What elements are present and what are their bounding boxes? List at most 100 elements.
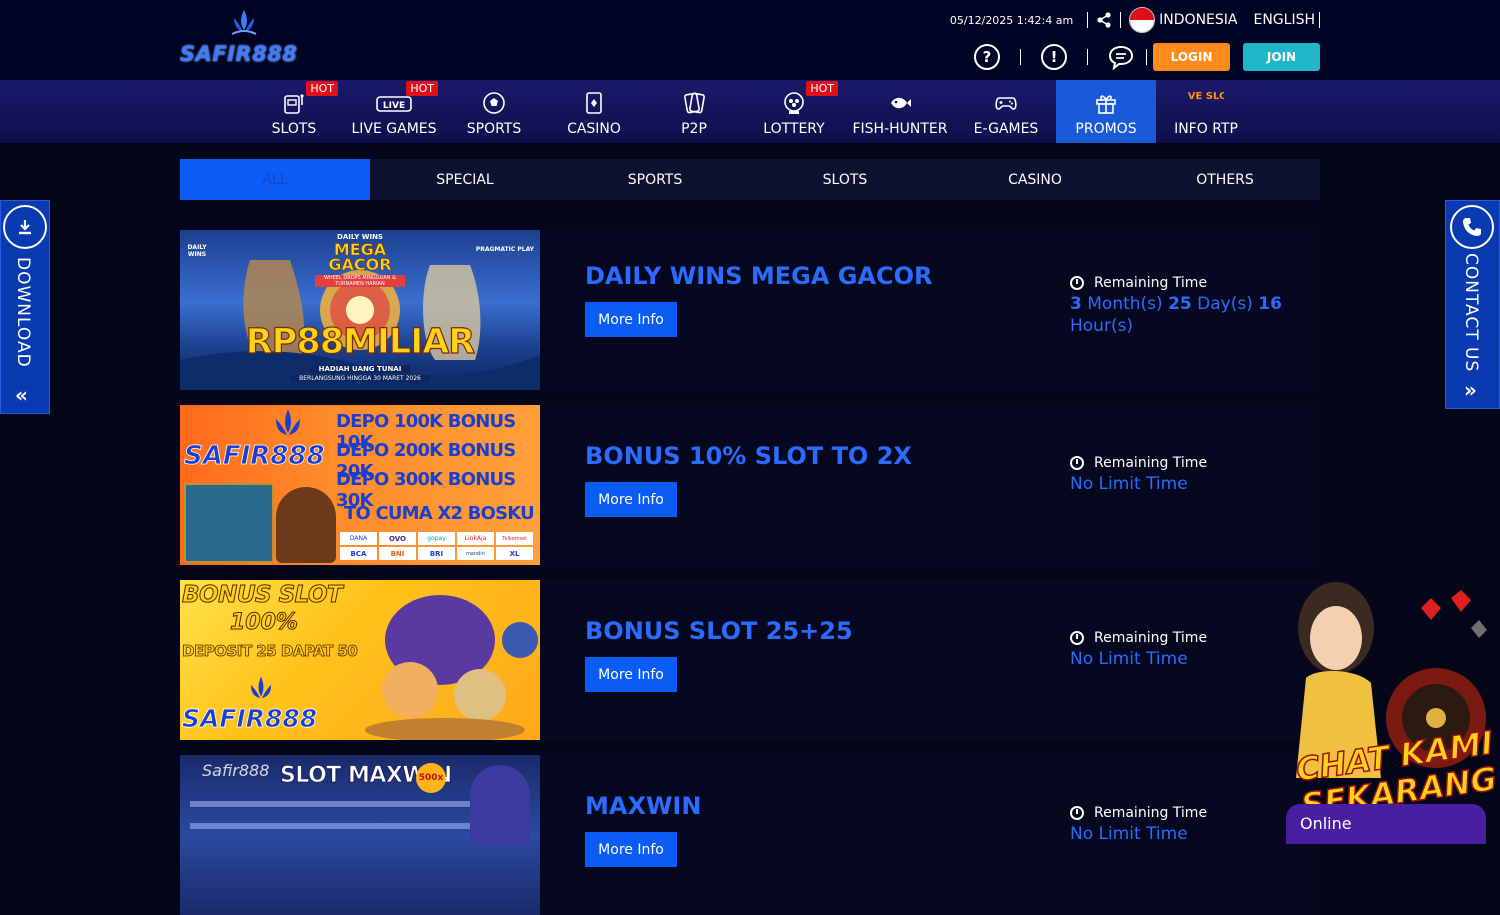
tab-casino[interactable]: CASINO: [940, 159, 1130, 200]
more-info-button[interactable]: More Info: [585, 657, 677, 692]
payment-logos: DANA OVO gopay LinkAja Telkomsel BCA BNI…: [340, 532, 536, 560]
banner-stripe: [190, 823, 470, 829]
hours-unit: Hour(s): [1070, 316, 1134, 336]
banner-text: DEPOSIT 25 DAPAT 50: [182, 642, 359, 661]
nav-item-promos[interactable]: PROMOS: [1056, 80, 1156, 143]
slot-screenshot: [184, 483, 274, 563]
nav-label: PROMOS: [1075, 121, 1137, 137]
promo-card: SAFIR888 DEPO 100K BONUS 10K DEPO 200K B…: [180, 405, 1320, 565]
promo-banner[interactable]: BONUS SLOT 100% DEPOSIT 25 DAPAT 50 SAFI…: [180, 580, 540, 740]
divider: [1020, 49, 1021, 65]
banner-text: GACOR: [328, 255, 392, 275]
join-button[interactable]: JOIN: [1243, 43, 1320, 71]
banner-text: TO CUMA X2 BOSKU: [344, 503, 535, 524]
divider: [1319, 12, 1320, 28]
svg-text:LIVE: LIVE: [383, 101, 405, 111]
login-button[interactable]: LOGIN: [1153, 43, 1230, 71]
more-info-button[interactable]: More Info: [585, 832, 677, 867]
promo-title: BONUS 10% SLOT TO 2X: [585, 442, 912, 470]
promo-banner[interactable]: DAILY WINS MEGA GACOR WHEEL DROPS MINGGU…: [180, 230, 540, 390]
hours-value: 16: [1258, 294, 1282, 314]
remaining-value: No Limit Time: [1070, 824, 1188, 844]
nav-item-live-games[interactable]: HOT LIVE LIVE GAMES: [344, 80, 444, 143]
download-icon: [3, 205, 47, 249]
live-chat-widget[interactable]: CHAT KAMI SEKARANG Online: [1286, 578, 1500, 844]
tab-sports[interactable]: SPORTS: [560, 159, 750, 200]
info-icon[interactable]: !: [1041, 44, 1067, 70]
banner-text: DAILY WINS: [187, 244, 207, 258]
nav-label: P2P: [681, 121, 707, 137]
nav-label: LOTTERY: [763, 121, 825, 137]
nav-label: LIVE GAMES: [351, 121, 437, 137]
more-info-button[interactable]: More Info: [585, 482, 677, 517]
hot-badge: HOT: [806, 81, 838, 96]
banner-text: BONUS SLOT: [181, 582, 343, 609]
promo-card: DAILY WINS MEGA GACOR WHEEL DROPS MINGGU…: [180, 230, 1320, 390]
nav-item-p2p[interactable]: P2P: [644, 80, 744, 143]
more-info-button[interactable]: More Info: [585, 302, 677, 337]
nav-item-info-rtp[interactable]: LIVE SLOT INFO RTP: [1156, 80, 1256, 143]
datetime: 05/12/2025 1:42:4 am: [949, 13, 1074, 27]
promo-banner[interactable]: Safir888 SLOT MAXWIN 500x: [180, 755, 540, 915]
chat-bubble-icon[interactable]: [1108, 44, 1134, 70]
remaining-label-text: Remaining Time: [1094, 275, 1208, 291]
clock-icon: [1070, 276, 1084, 290]
remaining-value: No Limit Time: [1070, 649, 1188, 669]
gift-icon: [1096, 95, 1116, 114]
payment-logo: BNI: [379, 547, 416, 560]
banner-stripe: [190, 801, 470, 807]
promo-title: BONUS SLOT 25+25: [585, 617, 853, 645]
download-sidebar[interactable]: DOWNLOAD «: [0, 200, 50, 414]
nav-item-e-games[interactable]: E-GAMES: [956, 80, 1056, 143]
wizard-art: [470, 765, 530, 845]
slot-characters-art: [365, 595, 538, 740]
tab-slots[interactable]: SLOTS: [750, 159, 940, 200]
share-icon[interactable]: [1096, 12, 1112, 28]
help-icon[interactable]: ?: [974, 44, 1000, 70]
tab-all[interactable]: ALL: [180, 159, 370, 200]
language-indonesia[interactable]: INDONESIA: [1159, 12, 1237, 28]
nav-item-lottery[interactable]: HOT LOTTERY: [744, 80, 844, 143]
site-logo[interactable]: SAFIR888: [180, 8, 310, 68]
hot-badge: HOT: [306, 81, 338, 96]
remaining-value: No Limit Time: [1070, 474, 1188, 494]
slot-machine-icon: [284, 94, 304, 114]
promo-title: MAXWIN: [585, 792, 702, 820]
payment-logo: Telkomsel: [496, 532, 533, 545]
indonesia-flag-icon[interactable]: [1129, 7, 1156, 33]
chevron-right-icon: »: [1464, 378, 1477, 402]
soccer-ball-icon: [483, 92, 505, 114]
nav-item-casino[interactable]: CASINO: [544, 80, 644, 143]
payment-logo: LinkAja: [457, 532, 494, 545]
dog-mascot: [276, 487, 336, 563]
nav-label: FISH-HUNTER: [852, 121, 948, 137]
remaining-time: Remaining Time No Limit Time: [1070, 630, 1300, 670]
remaining-time: Remaining Time 3 Month(s) 25 Day(s) 16 H…: [1070, 275, 1300, 337]
nav-item-slots[interactable]: HOT SLOTS: [244, 80, 344, 143]
banner-text: HADIAH UANG TUNAI: [310, 365, 410, 373]
tab-others[interactable]: OTHERS: [1130, 159, 1320, 200]
live-slot-text: LIVE SLOT: [1188, 91, 1224, 102]
language-english[interactable]: ENGLISH: [1253, 12, 1315, 28]
sapphire-logo-icon: [251, 676, 271, 699]
banner-text: 500x: [416, 763, 446, 793]
remaining-label-text: Remaining Time: [1094, 805, 1208, 821]
lottery-ball-icon: [784, 92, 804, 114]
contact-sidebar[interactable]: CONTACT US »: [1445, 200, 1500, 409]
nav-item-fish-hunter[interactable]: FISH-HUNTER: [850, 80, 950, 143]
promo-card: Safir888 SLOT MAXWIN 500x MAXWIN More In…: [180, 755, 1320, 915]
nav-label: SLOTS: [271, 121, 317, 137]
payment-logo: OVO: [379, 532, 416, 545]
divider: [1087, 49, 1088, 65]
nav-label: E-GAMES: [973, 121, 1039, 137]
promo-banner[interactable]: SAFIR888 DEPO 100K BONUS 10K DEPO 200K B…: [180, 405, 540, 565]
nav-item-sports[interactable]: SPORTS: [444, 80, 544, 143]
payment-logo: DANA: [340, 532, 377, 545]
banner-text: RP88MILIAR: [245, 321, 476, 362]
top-bar: 05/12/2025 1:42:4 am INDONESIA ENGLISH: [949, 7, 1320, 33]
header: SAFIR888 05/12/2025 1:42:4 am INDONESIA …: [0, 0, 1500, 80]
banner-text: BERLANGSUNG HINGGA 30 MARET 2026: [290, 375, 430, 382]
main-nav: HOT SLOTS HOT LIVE LIVE GAMES SPORTS CAS…: [0, 80, 1500, 143]
live-slot-icon: LIVE SLOT: [1188, 91, 1224, 102]
tab-special[interactable]: SPECIAL: [370, 159, 560, 200]
